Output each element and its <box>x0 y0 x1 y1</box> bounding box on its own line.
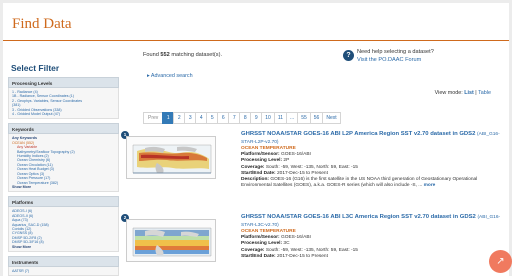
show-more-link[interactable]: Show More <box>12 245 115 249</box>
result-item-2: 2 GHRSST NOAA/STAR GOES-16 ABI L3C Ameri… <box>121 214 509 276</box>
instruments-header[interactable]: Instruments <box>8 255 119 267</box>
view-mode-table[interactable]: Table <box>478 90 491 96</box>
filter-item[interactable]: AATSR (7) <box>12 269 115 273</box>
keywords-header[interactable]: Keywords <box>8 123 119 135</box>
processing-levels-list: 1 - Radiance (4) 1B - Radiance, Sensor C… <box>8 88 119 120</box>
result-title: GHRSST NOAA/STAR GOES-16 ABI L2P America… <box>241 131 476 137</box>
result-details: OCEAN TEMPERATURE Platform/Sensor: GOES-… <box>241 229 506 260</box>
result-dates: Start/End Date: 2017-Dec-15 to Present <box>241 253 328 259</box>
advanced-search-toggle[interactable]: ▸ Advanced search <box>147 73 193 79</box>
filter-sidebar: Select Filter Processing Levels 1 - Radi… <box>8 63 119 276</box>
result-description: Description: GOES-16 (G16) is the first … <box>241 177 478 189</box>
more-link[interactable]: more <box>424 183 436 188</box>
keywords-list: Any Keywords OCEAN (552) Any Variable Bathy… <box>8 134 119 193</box>
found-count: 552 <box>160 52 170 58</box>
advanced-search-label: Advanced search <box>150 73 193 79</box>
platforms-list: ADEOS-I (6) ADEOS-II (6) Aqua (73) Aquarius… <box>8 207 119 252</box>
show-more-link[interactable]: Show More <box>12 185 115 189</box>
select-filter-heading: Select Filter <box>11 63 60 73</box>
result-title-link[interactable]: GHRSST NOAA/STAR GOES-16 ABI L2P America… <box>241 131 506 146</box>
chevron-right-icon: ▸ <box>147 73 150 79</box>
view-mode: View mode: List | Table <box>435 90 491 96</box>
sst-map-image <box>127 220 215 261</box>
found-suffix: matching dataset(s). <box>169 52 222 58</box>
found-prefix: Found <box>143 52 161 58</box>
page: Find Data Select Filter Processing Level… <box>0 0 512 276</box>
pager-prev[interactable]: Prev <box>143 112 164 124</box>
result-details: OCEAN TEMPERATURE Platform/Sensor: GOES-… <box>241 146 506 189</box>
page-title: Find Data <box>12 16 72 32</box>
main-panel: Find Data Select Filter Processing Level… <box>3 3 509 276</box>
sst-map-image <box>127 137 215 178</box>
title-divider <box>3 40 509 41</box>
pager-page[interactable]: 56 <box>309 112 324 124</box>
pager-next[interactable]: Next <box>322 112 341 124</box>
forum-link[interactable]: Visit the PO.DAAC Forum <box>357 57 421 63</box>
help-question: Need help selecting a dataset? <box>357 49 434 55</box>
filter-item[interactable]: 4 - Gridded Model Output (47) <box>12 112 115 116</box>
instruments-list: AATSR (7) <box>8 266 119 276</box>
pager-page[interactable]: 10 <box>261 112 275 124</box>
platforms-header[interactable]: Platforms <box>8 196 119 208</box>
question-circle-icon[interactable]: ? <box>343 50 354 61</box>
result-thumbnail[interactable] <box>126 219 216 262</box>
result-item-1: 1 GHRSST NOAA/STAR GOES-16 ABI L2P Ameri… <box>121 131 509 201</box>
results-count: Found 552 matching dataset(s). <box>143 52 222 58</box>
processing-levels-header[interactable]: Processing Levels <box>8 77 119 88</box>
view-mode-separator: | <box>475 90 477 96</box>
pager-page[interactable]: 55 <box>297 112 311 124</box>
share-icon[interactable]: ↗ <box>489 250 512 273</box>
result-title-link[interactable]: GHRSST NOAA/STAR GOES-16 ABI L3C America… <box>241 214 506 229</box>
result-thumbnail[interactable] <box>126 136 216 179</box>
view-mode-label: View mode: <box>434 90 463 96</box>
pagination: Prev 1 2 3 4 5 6 7 8 9 10 11... 55 56 Next <box>143 112 341 124</box>
view-mode-list[interactable]: List <box>464 90 474 96</box>
result-title: GHRSST NOAA/STAR GOES-16 ABI L3C America… <box>241 214 476 220</box>
